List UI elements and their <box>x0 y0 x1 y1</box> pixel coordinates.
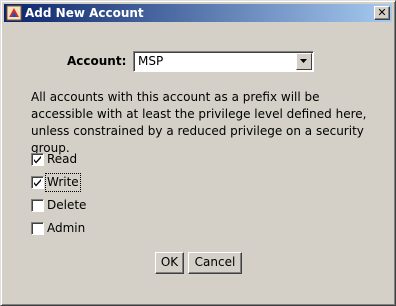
checkbox-label: Admin <box>47 221 86 235</box>
account-combobox[interactable]: MSP <box>133 51 314 72</box>
ok-button[interactable]: OK <box>155 252 184 274</box>
close-icon: ✕ <box>377 6 387 19</box>
account-description: All accounts with this account as a pref… <box>31 90 367 155</box>
checkmark-icon <box>34 156 41 164</box>
add-new-account-dialog: Add New Account ✕ Account: MSP All accou… <box>0 0 396 306</box>
close-button[interactable]: ✕ <box>374 6 390 20</box>
cancel-button[interactable]: Cancel <box>188 252 242 274</box>
checkbox-box[interactable] <box>31 153 44 166</box>
checkbox-box[interactable] <box>31 199 44 212</box>
checkbox-label: Read <box>47 152 78 166</box>
checkbox-box[interactable] <box>31 176 44 189</box>
account-value: MSP <box>138 54 164 68</box>
chevron-down-icon <box>300 59 307 63</box>
account-label: Account: <box>67 54 127 68</box>
account-dropdown-button[interactable] <box>296 53 312 70</box>
checkbox-label: Delete <box>47 198 87 212</box>
checkmark-icon <box>34 179 41 187</box>
checkbox-box[interactable] <box>31 222 44 235</box>
window-title: Add New Account <box>25 6 144 20</box>
app-icon <box>6 5 22 21</box>
checkbox-label: Write <box>45 173 81 192</box>
title-bar[interactable]: Add New Account ✕ <box>4 4 392 22</box>
